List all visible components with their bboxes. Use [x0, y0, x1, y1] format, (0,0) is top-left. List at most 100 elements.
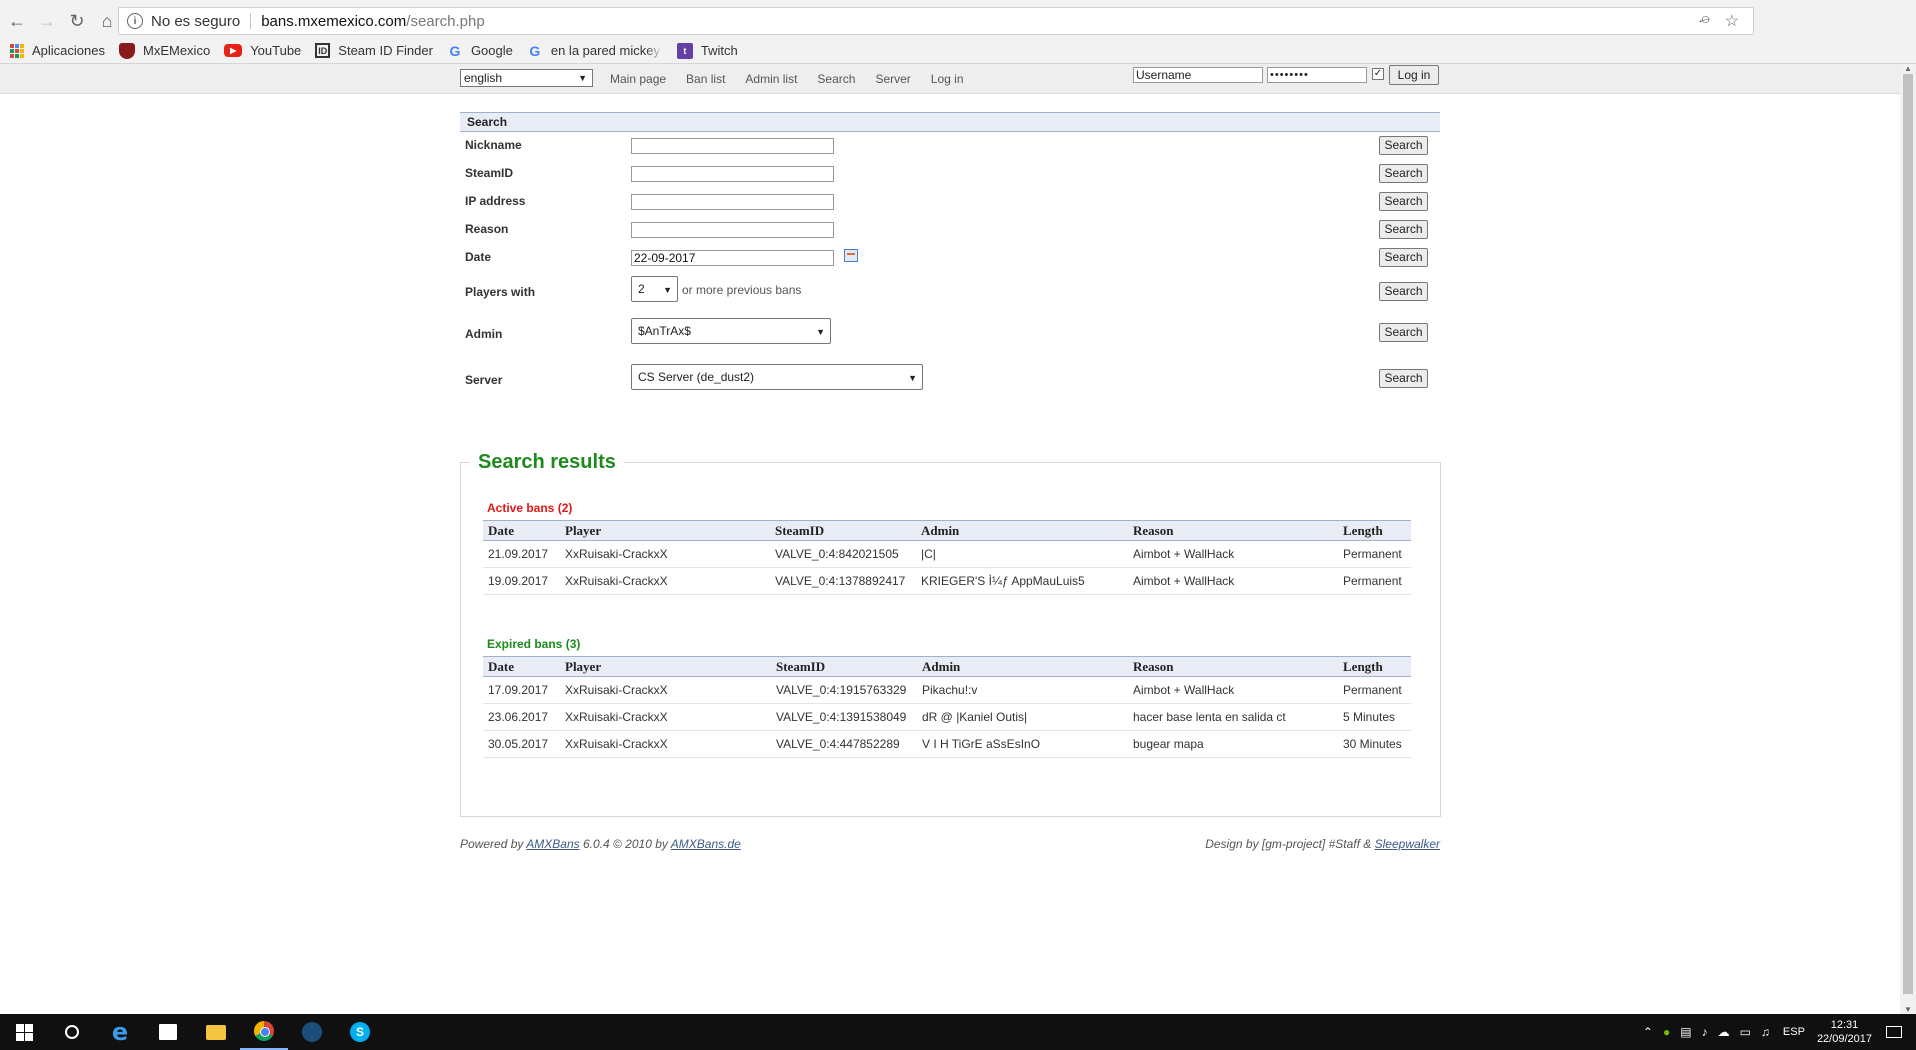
ip-input[interactable]	[631, 194, 834, 210]
nav-main-page[interactable]: Main page	[610, 72, 666, 86]
language-select[interactable]: english ▼	[460, 69, 593, 87]
steam-icon[interactable]	[288, 1014, 336, 1050]
amxbans-de-link[interactable]: AMXBans.de	[671, 837, 741, 851]
clock[interactable]: 12:31 22/09/2017	[1817, 1018, 1872, 1046]
search-players-button[interactable]: Search	[1379, 282, 1428, 301]
col-steamid: SteamID	[771, 656, 917, 677]
store-icon[interactable]	[144, 1014, 192, 1050]
table-header-row: Date Player SteamID Admin Reason Length	[483, 520, 1411, 541]
back-arrow-icon[interactable]: ←	[2, 6, 32, 36]
date-input[interactable]: 22-09-2017	[631, 250, 834, 266]
server-select[interactable]: CS Server (de_dust2) ▼	[631, 364, 923, 390]
network-icon[interactable]: ▤	[1680, 1025, 1691, 1039]
sleepwalker-link[interactable]: Sleepwalker	[1375, 837, 1440, 851]
search-row-date: Date 22-09-2017 Search	[460, 245, 1440, 273]
col-admin: Admin	[916, 520, 1128, 541]
apps-grid-icon	[10, 43, 24, 58]
bookmark-apps[interactable]: Aplicaciones	[10, 43, 105, 58]
table-row[interactable]: 30.05.2017 XxRuisaki-CrackxX VALVE_0:4:4…	[483, 730, 1411, 758]
bookmarks-bar: Aplicaciones MxEMexico ▶ YouTube ID Stea…	[0, 38, 1916, 64]
file-explorer-icon[interactable]	[192, 1014, 240, 1050]
top-navigation: english ▼ Main page Ban list Admin list …	[0, 64, 1900, 94]
col-player: Player	[560, 520, 770, 541]
display-icon[interactable]: ▭	[1740, 1025, 1751, 1039]
table-row[interactable]: 17.09.2017 XxRuisaki-CrackxX VALVE_0:4:1…	[483, 676, 1411, 704]
clock-time: 12:31	[1830, 1019, 1859, 1031]
edge-icon[interactable]: e	[96, 1014, 144, 1050]
dropdown-arrow-icon: ▼	[663, 285, 672, 295]
players-count-value: 2	[638, 282, 645, 296]
star-icon[interactable]: ☆	[1725, 11, 1739, 31]
translate-icon[interactable]: ⌮	[1699, 11, 1711, 31]
sound-icon[interactable]: ♫	[1761, 1025, 1770, 1039]
col-length: Length	[1338, 656, 1411, 677]
nickname-input[interactable]	[631, 138, 834, 154]
password-input[interactable]: ••••••••	[1267, 67, 1367, 83]
cell-player: XxRuisaki-CrackxX	[560, 540, 770, 568]
search-ip-button[interactable]: Search	[1379, 192, 1428, 211]
search-admin-button[interactable]: Search	[1379, 323, 1428, 342]
security-label[interactable]: No es seguro	[151, 13, 240, 30]
nav-log-in[interactable]: Log in	[931, 72, 964, 86]
input-language[interactable]: ESP	[1783, 1026, 1805, 1038]
table-row[interactable]: 23.06.2017 XxRuisaki-CrackxX VALVE_0:4:1…	[483, 703, 1411, 731]
vertical-scrollbar[interactable]: ▲ ▼	[1900, 64, 1916, 1014]
bookmark-mxemexico[interactable]: MxEMexico	[119, 42, 210, 59]
calendar-icon[interactable]	[844, 249, 858, 262]
volume-icon[interactable]: ♪	[1702, 1025, 1708, 1039]
cell-length: Permanent	[1338, 540, 1411, 568]
skype-icon[interactable]: S	[336, 1014, 384, 1050]
scroll-up-arrow-icon[interactable]: ▲	[1904, 64, 1912, 73]
nav-server[interactable]: Server	[875, 72, 910, 86]
onedrive-icon[interactable]: ☁	[1718, 1025, 1730, 1039]
search-server-button[interactable]: Search	[1379, 369, 1428, 388]
cell-steamid: VALVE_0:4:1378892417	[770, 567, 916, 595]
reason-input[interactable]	[631, 222, 834, 238]
players-label: Players with	[465, 285, 536, 299]
search-reason-button[interactable]: Search	[1379, 220, 1428, 239]
cell-admin: KRIEGER'S Ì¼ƒ AppMauLuis5	[916, 567, 1128, 595]
bookmark-steam-id-finder[interactable]: ID Steam ID Finder	[315, 43, 433, 58]
table-row[interactable]: 19.09.2017 XxRuisaki-CrackxX VALVE_0:4:1…	[483, 567, 1411, 595]
nickname-label: Nickname	[465, 138, 522, 152]
scroll-thumb[interactable]	[1903, 74, 1913, 994]
players-count-select[interactable]: 2 ▼	[631, 276, 678, 302]
google-icon: G	[529, 42, 541, 59]
search-nickname-button[interactable]: Search	[1379, 136, 1428, 155]
start-button[interactable]	[0, 1014, 48, 1050]
info-icon[interactable]: i	[127, 13, 143, 29]
col-steamid: SteamID	[770, 520, 916, 541]
search-row-server: Server CS Server (de_dust2) ▼ Search	[460, 357, 1440, 403]
table-row[interactable]: 21.09.2017 XxRuisaki-CrackxX VALVE_0:4:8…	[483, 540, 1411, 568]
chrome-icon[interactable]	[240, 1014, 288, 1050]
steamid-input[interactable]	[631, 166, 834, 182]
search-row-admin: Admin $AnTrAx$ ▼ Search	[460, 311, 1440, 357]
bookmark-mickey[interactable]: G en la pared mickey de	[527, 42, 662, 59]
nav-search[interactable]: Search	[817, 72, 855, 86]
cell-admin: |C|	[916, 540, 1128, 568]
chevron-up-icon[interactable]: ⌃	[1643, 1025, 1653, 1039]
bookmark-google[interactable]: G Google	[447, 43, 512, 59]
nvidia-icon[interactable]: ●	[1663, 1025, 1670, 1039]
username-input[interactable]: Username	[1133, 67, 1263, 83]
cell-date: 19.09.2017	[483, 567, 560, 595]
login-button[interactable]: Log in	[1389, 65, 1439, 85]
amxbans-link[interactable]: AMXBans	[526, 837, 579, 851]
nav-admin-list[interactable]: Admin list	[745, 72, 797, 86]
search-steamid-button[interactable]: Search	[1379, 164, 1428, 183]
search-date-button[interactable]: Search	[1379, 248, 1428, 267]
notifications-icon[interactable]	[1886, 1026, 1902, 1038]
scroll-down-arrow-icon[interactable]: ▼	[1904, 1005, 1912, 1014]
cell-length: 5 Minutes	[1338, 703, 1411, 731]
nav-ban-list[interactable]: Ban list	[686, 72, 725, 86]
bookmark-twitch[interactable]: t Twitch	[676, 42, 738, 59]
reload-icon[interactable]: ↻	[62, 6, 92, 36]
remember-checkbox[interactable]: ✓	[1372, 68, 1384, 80]
page-content: english ▼ Main page Ban list Admin list …	[0, 64, 1900, 1014]
address-bar[interactable]: i No es seguro bans.mxemexico.com/search…	[118, 7, 1754, 35]
admin-select[interactable]: $AnTrAx$ ▼	[631, 318, 831, 344]
cell-admin: Pikachu!:v	[917, 676, 1128, 704]
forward-arrow-icon[interactable]: →	[32, 6, 62, 36]
search-icon[interactable]	[48, 1014, 96, 1050]
bookmark-youtube[interactable]: ▶ YouTube	[224, 43, 301, 58]
